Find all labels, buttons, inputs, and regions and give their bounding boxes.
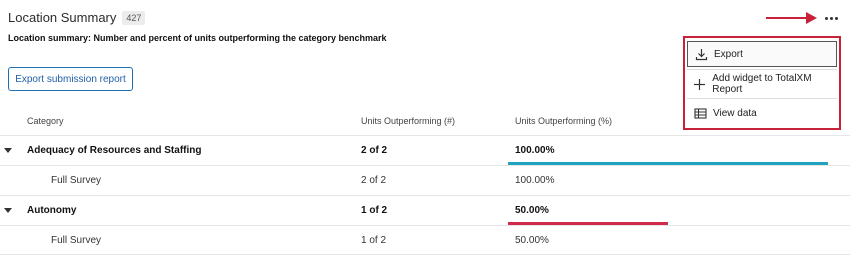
plus-icon — [693, 77, 706, 91]
column-header-units-count[interactable]: Units Outperforming (#) — [361, 116, 455, 126]
more-options-icon[interactable] — [819, 8, 843, 28]
collapse-caret-icon[interactable] — [4, 208, 12, 213]
widget-header: Location Summary 427 — [8, 10, 146, 25]
export-submission-report-button[interactable]: Export submission report — [8, 67, 133, 91]
menu-item-label: Add widget to TotalXM Report — [712, 73, 812, 95]
table-row-count: 2 of 2 — [361, 175, 387, 186]
menu-item-label: View data — [713, 107, 757, 119]
row-divider — [0, 195, 850, 196]
widget-title: Location Summary — [8, 10, 117, 25]
table-row-percent: 100.00% — [515, 145, 555, 156]
collapse-caret-icon[interactable] — [4, 148, 12, 153]
table-row-count: 1 of 2 — [361, 205, 388, 216]
arrow-right-icon — [766, 12, 817, 24]
table-row-percent: 50.00% — [515, 205, 549, 216]
table-row-category: Autonomy — [27, 205, 77, 216]
menu-divider — [687, 69, 837, 70]
table-icon — [693, 106, 707, 120]
row-divider — [0, 135, 850, 136]
count-badge: 427 — [122, 10, 146, 25]
table-row-count: 1 of 2 — [361, 235, 387, 246]
menu-item-view-data[interactable]: View data — [687, 100, 837, 126]
column-header-units-percent[interactable]: Units Outperforming (%) — [515, 116, 612, 126]
menu-item-export[interactable]: Export — [687, 41, 837, 67]
table-row-percent: 100.00% — [515, 175, 555, 186]
download-icon — [694, 47, 708, 61]
table-row-percent: 50.00% — [515, 235, 549, 246]
row-divider — [0, 225, 850, 226]
row-divider — [0, 165, 850, 166]
menu-divider — [687, 98, 837, 99]
table-row-category: Full Survey — [51, 235, 102, 246]
column-header-category[interactable]: Category — [27, 116, 64, 126]
table-row-count: 2 of 2 — [361, 145, 388, 156]
widget-options-menu: Export Add widget to TotalXM Report View… — [683, 36, 841, 130]
menu-item-add-widget[interactable]: Add widget to TotalXM Report — [687, 71, 837, 97]
table-row-category: Full Survey — [51, 175, 102, 186]
widget-subtitle: Location summary: Number and percent of … — [8, 33, 387, 43]
menu-item-label: Export — [714, 48, 743, 60]
table-row-category: Adequacy of Resources and Staffing — [27, 145, 202, 156]
